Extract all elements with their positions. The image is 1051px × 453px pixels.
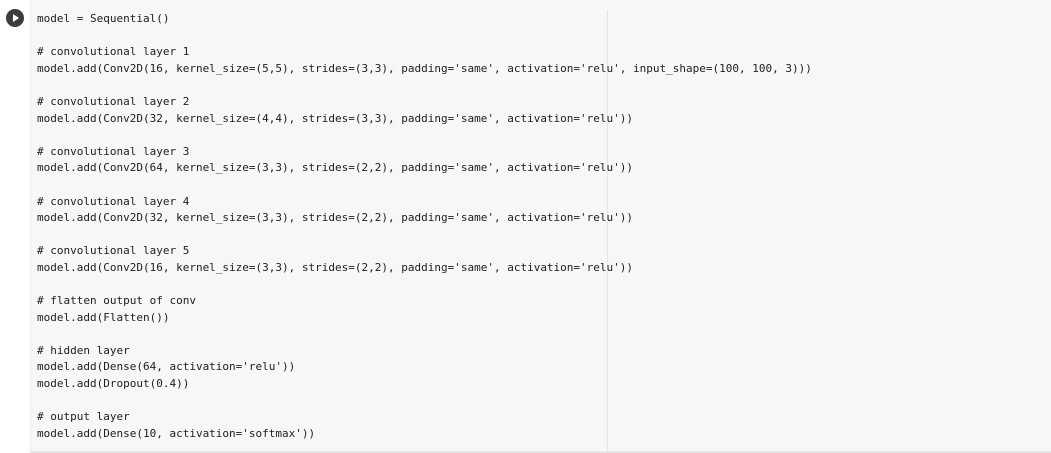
code-block[interactable]: model = Sequential() # convolutional laye… [37, 11, 812, 442]
code-line: model.add(Dense(64, activation='relu')) [37, 360, 296, 374]
code-line: model.add(Dropout(0.4)) [37, 377, 190, 391]
code-line: model.add(Dense(10, activation='softmax'… [37, 426, 316, 440]
play-icon [13, 14, 19, 22]
code-line: model.add(Conv2D(32, kernel_size=(3,3), … [37, 211, 634, 225]
code-cell: model = Sequential() # convolutional laye… [0, 0, 1051, 453]
code-line: model.add(Flatten()) [37, 310, 170, 324]
code-line: model.add(Conv2D(32, kernel_size=(4,4), … [37, 111, 634, 125]
code-line: # convolutional layer 1 [37, 45, 190, 59]
code-line: model.add(Conv2D(16, kernel_size=(3,3), … [37, 260, 634, 274]
code-line: # convolutional layer 2 [37, 94, 190, 108]
code-line: # convolutional layer 4 [37, 194, 190, 208]
code-line: # output layer [37, 410, 130, 424]
run-cell-button[interactable] [6, 9, 24, 27]
code-line: # flatten output of conv [37, 294, 196, 308]
code-line: # convolutional layer 5 [37, 244, 190, 258]
code-line: model.add(Conv2D(64, kernel_size=(3,3), … [37, 161, 634, 175]
code-line: # hidden layer [37, 343, 130, 357]
cell-gutter [0, 0, 30, 453]
code-line: # convolutional layer 3 [37, 144, 190, 158]
code-line: model.add(Conv2D(16, kernel_size=(5,5), … [37, 61, 812, 75]
code-line: model = Sequential() [37, 12, 170, 25]
